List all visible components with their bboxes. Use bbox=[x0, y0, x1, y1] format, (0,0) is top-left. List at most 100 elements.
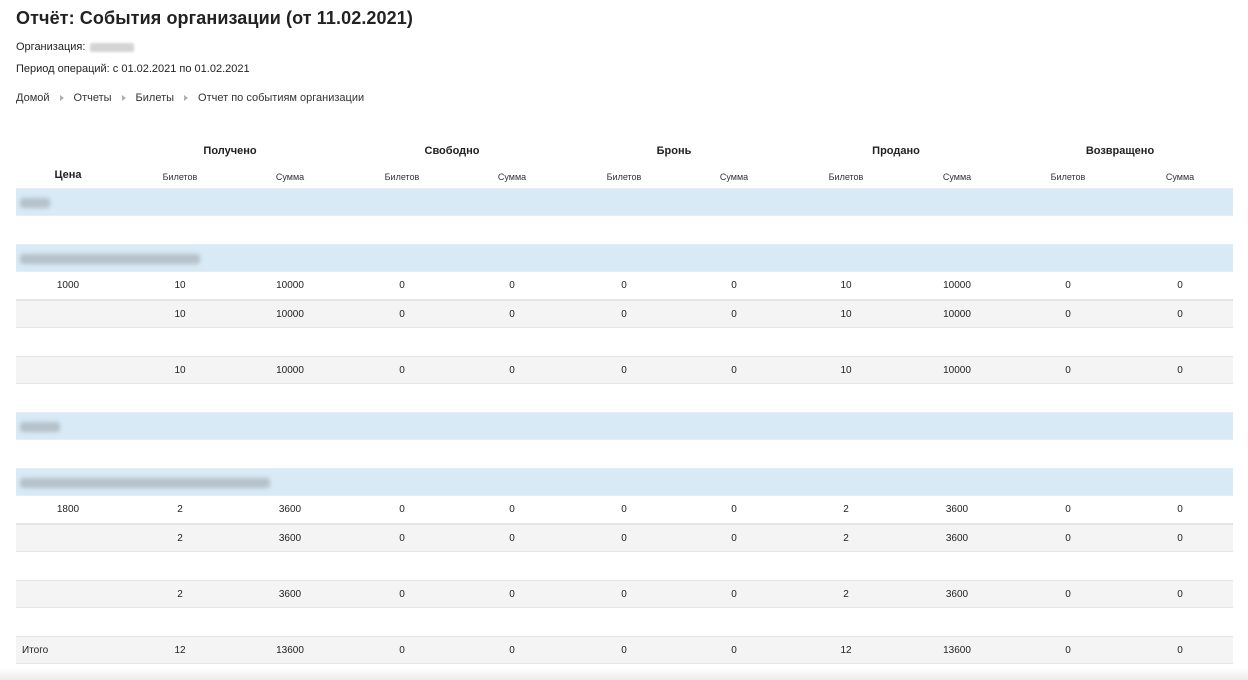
spacer-row bbox=[16, 328, 1233, 356]
cell-returned-tickets: 0 bbox=[1065, 504, 1071, 515]
breadcrumb-separator-icon bbox=[184, 95, 189, 101]
subtotal-row: 10 10000 0 0 0 0 10 10000 0 0 bbox=[16, 300, 1233, 328]
group-row-event bbox=[16, 244, 1233, 272]
cell-received-sum: 10000 bbox=[276, 309, 304, 320]
breadcrumb-reports[interactable]: Отчеты bbox=[74, 92, 112, 104]
cell-received-tickets: 2 bbox=[177, 589, 183, 600]
subheader-sum: Сумма bbox=[942, 172, 972, 182]
spacer-row bbox=[16, 552, 1233, 580]
header-sold: Продано bbox=[872, 145, 920, 157]
cell-returned-tickets: 0 bbox=[1065, 280, 1071, 291]
subheader-tickets: Билетов bbox=[162, 172, 198, 182]
header-received: Получено bbox=[203, 145, 257, 157]
cell-price bbox=[28, 301, 108, 329]
cell-received-sum: 3600 bbox=[278, 504, 302, 515]
header-reserved: Бронь bbox=[656, 145, 692, 157]
group-row-category bbox=[16, 188, 1233, 216]
subtotal-row: 10 10000 0 0 0 0 10 10000 0 0 bbox=[16, 356, 1233, 384]
cell-price bbox=[28, 581, 108, 609]
header-price: Цена bbox=[54, 169, 82, 181]
table-row: 1000 10 10000 0 0 0 0 10 10000 0 0 bbox=[16, 272, 1233, 300]
cell-returned-sum: 0 bbox=[1177, 504, 1183, 515]
organization-line: Организация: bbox=[16, 41, 135, 53]
cell-free-sum: 0 bbox=[509, 504, 515, 515]
cell-free-tickets: 0 bbox=[399, 504, 405, 515]
cell-sold-sum: 3600 bbox=[945, 504, 969, 515]
subtotal-row: 2 3600 0 0 0 0 2 3600 0 0 bbox=[16, 580, 1233, 608]
cell-sold-sum: 3600 bbox=[945, 589, 969, 600]
page-title: Отчёт: События организации (от 11.02.202… bbox=[16, 8, 413, 28]
breadcrumb-separator-icon bbox=[59, 95, 64, 101]
cell-price: 1000 bbox=[56, 280, 80, 291]
cell-sold-sum: 13600 bbox=[943, 645, 971, 656]
group-row-event bbox=[16, 468, 1233, 496]
spacer-row bbox=[16, 384, 1233, 412]
spacer-row bbox=[16, 608, 1233, 636]
organization-label: Организация: bbox=[16, 41, 86, 53]
cell-received-sum: 13600 bbox=[276, 645, 304, 656]
cell-price bbox=[28, 357, 108, 385]
cell-reserved-tickets: 0 bbox=[621, 309, 627, 320]
header-returned: Возвращено bbox=[1085, 145, 1155, 157]
cell-received-tickets: 10 bbox=[174, 280, 186, 291]
cell-free-sum: 0 bbox=[509, 645, 515, 656]
cell-received-tickets: 2 bbox=[177, 504, 183, 515]
cell-free-tickets: 0 bbox=[399, 309, 405, 320]
cell-returned-tickets: 0 bbox=[1065, 589, 1071, 600]
cell-reserved-tickets: 0 bbox=[621, 504, 627, 515]
group-row-category bbox=[16, 412, 1233, 440]
cell-received-tickets: 10 bbox=[174, 309, 186, 320]
redacted-text bbox=[20, 422, 60, 432]
subheader-tickets: Билетов bbox=[606, 172, 642, 182]
cell-received-sum: 3600 bbox=[278, 533, 302, 544]
cell-free-tickets: 0 bbox=[399, 645, 405, 656]
subheader-sum: Сумма bbox=[1165, 172, 1195, 182]
cell-free-sum: 0 bbox=[509, 589, 515, 600]
redacted-text bbox=[20, 198, 50, 208]
cell-price bbox=[28, 525, 108, 553]
cell-received-tickets: 2 bbox=[177, 533, 183, 544]
cell-free-tickets: 0 bbox=[399, 365, 405, 376]
cell-price: Итого bbox=[22, 645, 49, 656]
cell-returned-sum: 0 bbox=[1177, 365, 1183, 376]
bottom-fade bbox=[0, 668, 1248, 680]
cell-returned-tickets: 0 bbox=[1065, 309, 1071, 320]
cell-reserved-tickets: 0 bbox=[621, 533, 627, 544]
subheader-tickets: Билетов bbox=[1050, 172, 1086, 182]
redacted-text bbox=[20, 254, 200, 264]
cell-returned-tickets: 0 bbox=[1065, 533, 1071, 544]
cell-received-sum: 10000 bbox=[276, 365, 304, 376]
cell-received-tickets: 12 bbox=[174, 645, 186, 656]
cell-received-tickets: 10 bbox=[174, 365, 186, 376]
cell-free-tickets: 0 bbox=[399, 589, 405, 600]
cell-reserved-tickets: 0 bbox=[621, 645, 627, 656]
breadcrumb-home[interactable]: Домой bbox=[16, 92, 50, 104]
cell-free-sum: 0 bbox=[509, 309, 515, 320]
cell-free-sum: 0 bbox=[509, 280, 515, 291]
cell-reserved-sum: 0 bbox=[731, 365, 737, 376]
cell-returned-tickets: 0 bbox=[1065, 645, 1071, 656]
cell-free-tickets: 0 bbox=[399, 280, 405, 291]
spacer-row bbox=[16, 216, 1233, 244]
cell-free-sum: 0 bbox=[509, 365, 515, 376]
organization-name-redacted bbox=[90, 42, 135, 52]
subheader-tickets: Билетов bbox=[828, 172, 864, 182]
subheader-sum: Сумма bbox=[497, 172, 527, 182]
subheader-tickets: Билетов bbox=[384, 172, 420, 182]
cell-sold-sum: 3600 bbox=[945, 533, 969, 544]
cell-reserved-sum: 0 bbox=[731, 280, 737, 291]
subheader-sum: Сумма bbox=[275, 172, 305, 182]
cell-free-sum: 0 bbox=[509, 533, 515, 544]
cell-reserved-tickets: 0 bbox=[621, 280, 627, 291]
spacer-row bbox=[16, 440, 1233, 468]
cell-reserved-sum: 0 bbox=[731, 504, 737, 515]
cell-returned-sum: 0 bbox=[1177, 589, 1183, 600]
period-line: Период операций: с 01.02.2021 по 01.02.2… bbox=[16, 63, 250, 75]
breadcrumb-tickets[interactable]: Билеты bbox=[136, 92, 174, 104]
cell-sold-tickets: 2 bbox=[843, 504, 849, 515]
cell-sold-sum: 10000 bbox=[943, 365, 971, 376]
cell-received-sum: 10000 bbox=[276, 280, 304, 291]
cell-sold-sum: 10000 bbox=[943, 280, 971, 291]
cell-sold-tickets: 10 bbox=[840, 365, 852, 376]
cell-returned-sum: 0 bbox=[1177, 645, 1183, 656]
